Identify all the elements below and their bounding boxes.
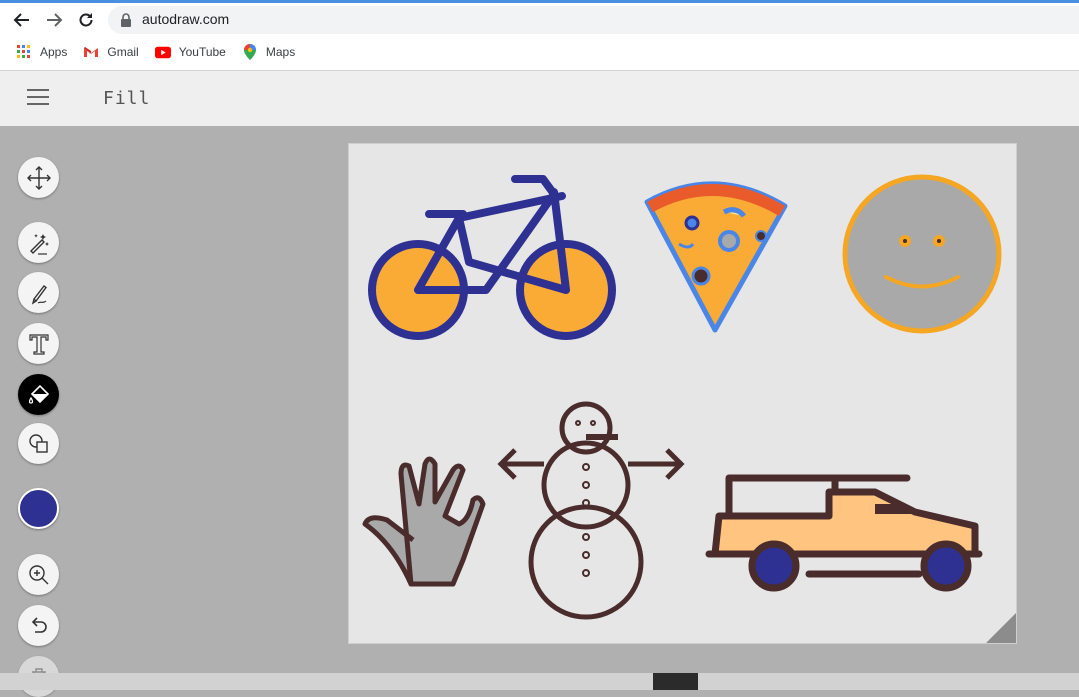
- address-bar[interactable]: autodraw.com: [108, 6, 1079, 34]
- pickup-truck-drawing[interactable]: [705, 474, 983, 592]
- bookmark-youtube[interactable]: YouTube: [154, 44, 226, 60]
- zoom-in-button[interactable]: [18, 554, 59, 595]
- bookmark-label: Apps: [40, 45, 68, 59]
- bicycle-drawing[interactable]: [368, 175, 616, 340]
- draw-tool-button[interactable]: [18, 272, 59, 313]
- shapes-icon: [28, 433, 48, 453]
- hamburger-menu-icon[interactable]: [27, 89, 49, 107]
- maps-pin-icon: [242, 44, 258, 60]
- bookmark-gmail[interactable]: Gmail: [83, 44, 139, 60]
- bottom-scroll-handle[interactable]: [653, 673, 698, 690]
- text-t-icon: [28, 333, 49, 355]
- bookmark-maps[interactable]: Maps: [242, 44, 295, 60]
- move-tool-button[interactable]: [18, 157, 59, 198]
- type-tool-button[interactable]: [18, 323, 59, 364]
- lock-icon: [121, 13, 131, 27]
- snowman-drawing[interactable]: [497, 401, 685, 620]
- tab-strip-accent: [0, 0, 1079, 3]
- paint-bucket-icon: [28, 384, 49, 404]
- bottom-bar: [0, 673, 1079, 690]
- back-button[interactable]: [10, 8, 34, 32]
- canvas-resize-corner[interactable]: [986, 613, 1016, 643]
- fill-tool-button[interactable]: [18, 374, 59, 415]
- hand-drawing[interactable]: [362, 456, 486, 587]
- gmail-icon: [83, 44, 99, 60]
- youtube-icon: [154, 44, 171, 60]
- bookmarks-bar: Apps Gmail YouTube Maps: [0, 40, 295, 64]
- drawing-canvas[interactable]: [348, 143, 1017, 644]
- app-header: Fill: [0, 71, 1079, 126]
- smiley-face-drawing[interactable]: [842, 174, 1002, 334]
- forward-button[interactable]: [42, 8, 66, 32]
- mode-title: Fill: [103, 88, 151, 109]
- apps-grid-icon: [16, 44, 32, 60]
- color-picker-button[interactable]: [18, 488, 59, 529]
- reload-button[interactable]: [74, 8, 98, 32]
- browser-chrome: autodraw.com Apps Gmail YouTube Maps: [0, 0, 1079, 71]
- undo-icon: [31, 616, 47, 633]
- autodraw-tool-button[interactable]: [18, 222, 59, 263]
- back-arrow-icon: [13, 13, 29, 27]
- undo-button[interactable]: [18, 605, 59, 646]
- reload-icon: [79, 13, 93, 27]
- url-text: autodraw.com: [142, 11, 230, 27]
- pencil-icon: [31, 284, 47, 305]
- zoom-in-icon: [28, 564, 48, 584]
- bookmark-apps[interactable]: Apps: [16, 44, 67, 60]
- forward-arrow-icon: [47, 13, 63, 27]
- bookmark-label: Gmail: [107, 45, 139, 59]
- shape-tool-button[interactable]: [18, 423, 59, 464]
- move-arrows-icon: [26, 165, 51, 190]
- bookmark-label: YouTube: [178, 45, 226, 59]
- canvas-drawings: [362, 174, 1002, 620]
- pizza-slice-drawing[interactable]: [644, 181, 788, 333]
- bookmark-label: Maps: [265, 45, 296, 59]
- magic-pencil-icon: [29, 233, 49, 255]
